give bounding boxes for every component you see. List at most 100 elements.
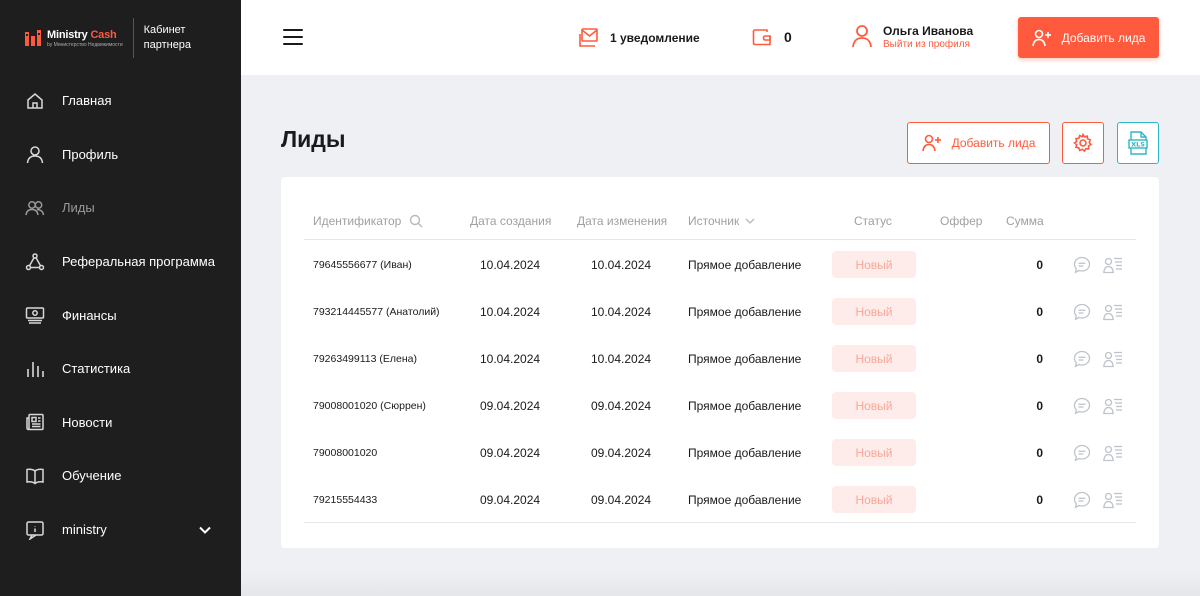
sidebar-item-finance[interactable]: Финансы: [0, 288, 241, 342]
chat-icon[interactable]: [1073, 491, 1091, 514]
contact-card-icon[interactable]: [1103, 350, 1123, 373]
sidebar-item-label: Главная: [62, 93, 112, 109]
column-header-created[interactable]: Дата создания: [470, 214, 551, 228]
sidebar-item-statistics[interactable]: Статистика: [0, 342, 241, 396]
sidebar-item-label: Финансы: [62, 307, 117, 323]
lead-sum: 0: [1036, 493, 1043, 507]
contact-card-icon[interactable]: [1103, 303, 1123, 326]
column-header-source[interactable]: Источник: [688, 214, 755, 228]
sidebar-item-label: Профиль: [62, 146, 119, 162]
chevron-down-icon[interactable]: [745, 218, 755, 224]
user-name: Ольга Иванова: [883, 24, 974, 38]
settings-button[interactable]: [1062, 122, 1104, 164]
book-icon: [24, 465, 46, 487]
sidebar-item-label: ministry: [62, 522, 107, 538]
lead-updated-date: 09.04.2024: [591, 493, 652, 507]
table-row[interactable]: 79215554433 09.04.2024 09.04.2024 Прямое до…: [304, 476, 1136, 523]
lead-created-date: 09.04.2024: [480, 446, 541, 460]
network-icon: [24, 251, 46, 273]
lead-id: 79008001020: [313, 447, 378, 459]
lead-source: Прямое добавление: [688, 305, 802, 319]
column-header-offer[interactable]: Оффер: [940, 214, 982, 228]
brand-name: Ministry Cash: [47, 28, 117, 41]
balance-value: 0: [784, 29, 792, 45]
table-row[interactable]: 79645556677 (Иван) 10.04.2024 10.04.2024 Пр…: [304, 241, 1136, 288]
lead-source: Прямое добавление: [688, 399, 802, 413]
sidebar-item-label: Обучение: [62, 468, 122, 484]
lead-source: Прямое добавление: [688, 352, 802, 366]
chat-icon[interactable]: [1073, 256, 1091, 279]
column-header-updated[interactable]: Дата изменения: [577, 214, 667, 228]
add-lead-button[interactable]: Добавить лида: [907, 122, 1050, 164]
chevron-down-icon[interactable]: [199, 521, 211, 539]
export-xls-button[interactable]: XLS: [1117, 122, 1159, 164]
sidebar-item-label: Лиды: [62, 200, 95, 216]
user-icon: [24, 143, 46, 165]
status-badge: Новый: [832, 392, 916, 419]
logout-link[interactable]: Выйти из профиля: [883, 38, 973, 52]
search-icon[interactable]: [409, 214, 423, 228]
table-row[interactable]: 79008001020 09.04.2024 09.04.2024 Прямое до…: [304, 429, 1136, 476]
chat-icon[interactable]: [1073, 303, 1091, 326]
status-badge: Новый: [832, 251, 916, 278]
sidebar-item-news[interactable]: Новости: [0, 396, 241, 450]
lead-sum: 0: [1036, 305, 1043, 319]
lead-updated-date: 09.04.2024: [591, 399, 652, 413]
newspaper-icon: [24, 411, 46, 433]
notifications-label: 1 уведомление: [610, 31, 700, 45]
sidebar-item-label: Статистика: [62, 361, 131, 377]
sidebar-item-education[interactable]: Обучение: [0, 449, 241, 503]
status-badge: Новый: [832, 439, 916, 466]
lead-sum: 0: [1036, 352, 1043, 366]
column-header-sum[interactable]: Сумма: [1006, 214, 1044, 228]
brand-subtitle: by Министерство Недвижимости: [47, 41, 123, 48]
lead-sum: 0: [1036, 399, 1043, 413]
balance-button[interactable]: 0: [752, 28, 792, 46]
users-icon: [24, 197, 46, 219]
table-row[interactable]: 79008001020 (Сюррен) 09.04.2024 09.04.2024…: [304, 382, 1136, 429]
svg-text:XLS: XLS: [1131, 141, 1145, 149]
lead-id: 79008001020 (Сюррен): [313, 400, 426, 412]
brand[interactable]: Ministry Cash by Министерство Недвижимос…: [24, 16, 196, 60]
chat-icon[interactable]: [1073, 444, 1091, 467]
add-lead-header-button[interactable]: Добавить лида: [1018, 17, 1159, 58]
table-row[interactable]: 79263499113 (Елена) 10.04.2024 10.04.2024 П…: [304, 335, 1136, 382]
sidebar-nav: Главная Профиль Лиды Реферальная програм…: [0, 74, 241, 556]
lead-updated-date: 10.04.2024: [591, 352, 652, 366]
add-user-icon: [1031, 29, 1051, 46]
sidebar-item-home[interactable]: Главная: [0, 74, 241, 128]
sidebar-item-leads[interactable]: Лиды: [0, 181, 241, 235]
lead-source: Прямое добавление: [688, 493, 802, 507]
column-header-label: Источник: [688, 214, 740, 228]
envelope-icon: [579, 28, 598, 47]
brand-divider: [132, 18, 134, 58]
sidebar-item-referral[interactable]: Реферальная программа: [0, 235, 241, 289]
contact-card-icon[interactable]: [1103, 444, 1123, 467]
column-header-id[interactable]: Идентификатор: [313, 214, 423, 228]
money-icon: [24, 304, 46, 326]
sidebar-item-profile[interactable]: Профиль: [0, 128, 241, 182]
top-bar: 1 уведомление 0 Ольга Иванова Выйти из п…: [241, 0, 1200, 75]
lead-sum: 0: [1036, 446, 1043, 460]
brand-logo: Ministry Cash by Министерство Недвижимос…: [24, 29, 123, 48]
bar-chart-icon: [24, 358, 46, 380]
sidebar-item-label: Новости: [62, 414, 113, 430]
sidebar-item-ministry[interactable]: ministry: [0, 503, 241, 557]
user-icon: [852, 25, 872, 48]
contact-card-icon[interactable]: [1103, 397, 1123, 420]
contact-card-icon[interactable]: [1103, 491, 1123, 514]
home-icon: [24, 90, 46, 112]
table-row[interactable]: 793214445577 (Анатолий) 10.04.2024 10.04.2…: [304, 288, 1136, 335]
status-badge: Новый: [832, 345, 916, 372]
lead-created-date: 10.04.2024: [480, 352, 541, 366]
menu-toggle-icon[interactable]: [283, 29, 303, 45]
notifications-button[interactable]: 1 уведомление: [578, 28, 700, 48]
column-header-status[interactable]: Статус: [854, 214, 892, 228]
lead-created-date: 09.04.2024: [480, 399, 541, 413]
info-icon: [24, 519, 46, 541]
contact-card-icon[interactable]: [1103, 256, 1123, 279]
lead-created-date: 09.04.2024: [480, 493, 541, 507]
lead-sum: 0: [1036, 258, 1043, 272]
chat-icon[interactable]: [1073, 350, 1091, 373]
chat-icon[interactable]: [1073, 397, 1091, 420]
